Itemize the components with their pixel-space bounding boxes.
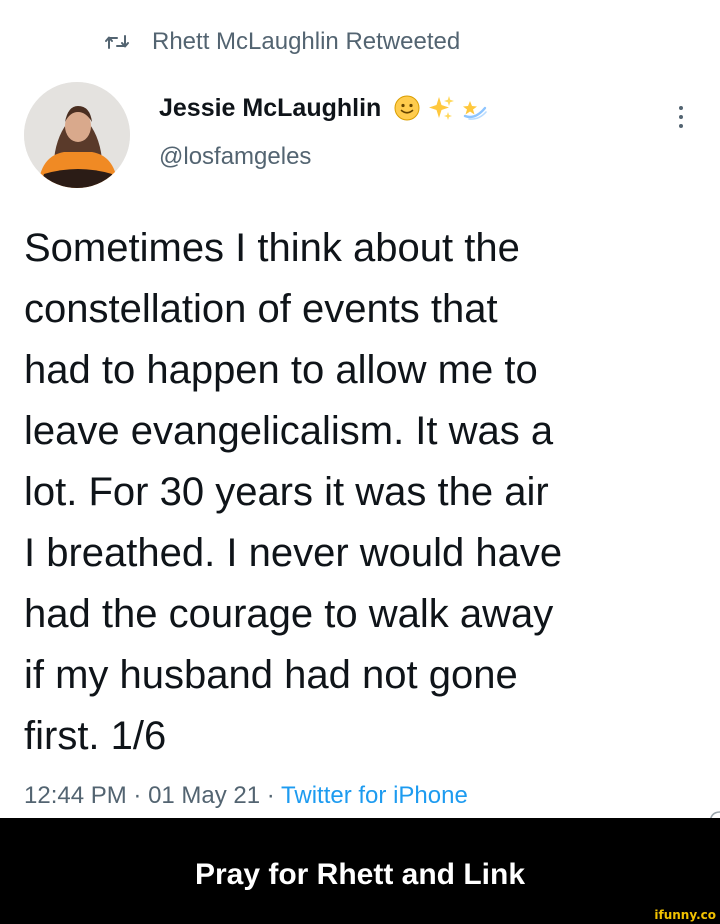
tweet-meta: 12:44 PM · 01 May 21 · Twitter for iPhon… xyxy=(24,782,468,810)
tweet-text-line: leave evangelicalism. It was a xyxy=(24,409,554,453)
author-name-row[interactable]: Jessie McLaughlin xyxy=(159,88,489,128)
slightly-smiling-face-icon xyxy=(393,94,421,122)
avatar[interactable] xyxy=(24,82,130,188)
tweet-date[interactable]: 01 May 21 xyxy=(148,782,260,809)
ifunny-watermark: ifunny.co xyxy=(654,908,716,922)
tweet-text-line: I breathed. I never would have xyxy=(24,531,563,575)
tweet-text-line: constellation of events that xyxy=(24,287,498,331)
retweet-indicator: Rhett McLaughlin Retweeted xyxy=(104,24,460,60)
tweet-text-line: had the courage to walk away xyxy=(24,592,554,636)
tweet-text: Sometimes I think about the constellatio… xyxy=(24,218,700,767)
sparkles-icon xyxy=(427,94,455,122)
tweet-text-line: first. 1/6 xyxy=(24,714,167,758)
tweet-time[interactable]: 12:44 PM xyxy=(24,782,127,809)
shooting-star-icon xyxy=(461,94,489,122)
author-handle[interactable]: @losfamgeles xyxy=(159,143,311,171)
tweet-text-line: if my husband had not gone xyxy=(24,653,518,697)
retweet-icon xyxy=(105,35,129,49)
meme-caption: Pray for Rhett and Link xyxy=(194,858,526,891)
tweet-text-line: had to happen to allow me to xyxy=(24,348,538,392)
author-display-name[interactable]: Jessie McLaughlin xyxy=(159,94,381,123)
tweet-card[interactable]: Rhett McLaughlin Retweeted Jessie McLaug… xyxy=(0,0,720,840)
tweet-source-link[interactable]: Twitter for iPhone xyxy=(281,782,468,809)
meta-separator: · xyxy=(260,782,282,809)
retweet-label[interactable]: Rhett McLaughlin Retweeted xyxy=(152,28,460,56)
meme-caption-bar: Pray for Rhett and Link ifunny.co xyxy=(0,818,720,924)
more-options-icon[interactable] xyxy=(671,100,691,134)
meta-separator: · xyxy=(126,782,149,809)
tweet-text-line: Sometimes I think about the xyxy=(24,226,520,270)
tweet-text-line: lot. For 30 years it was the air xyxy=(24,470,549,514)
